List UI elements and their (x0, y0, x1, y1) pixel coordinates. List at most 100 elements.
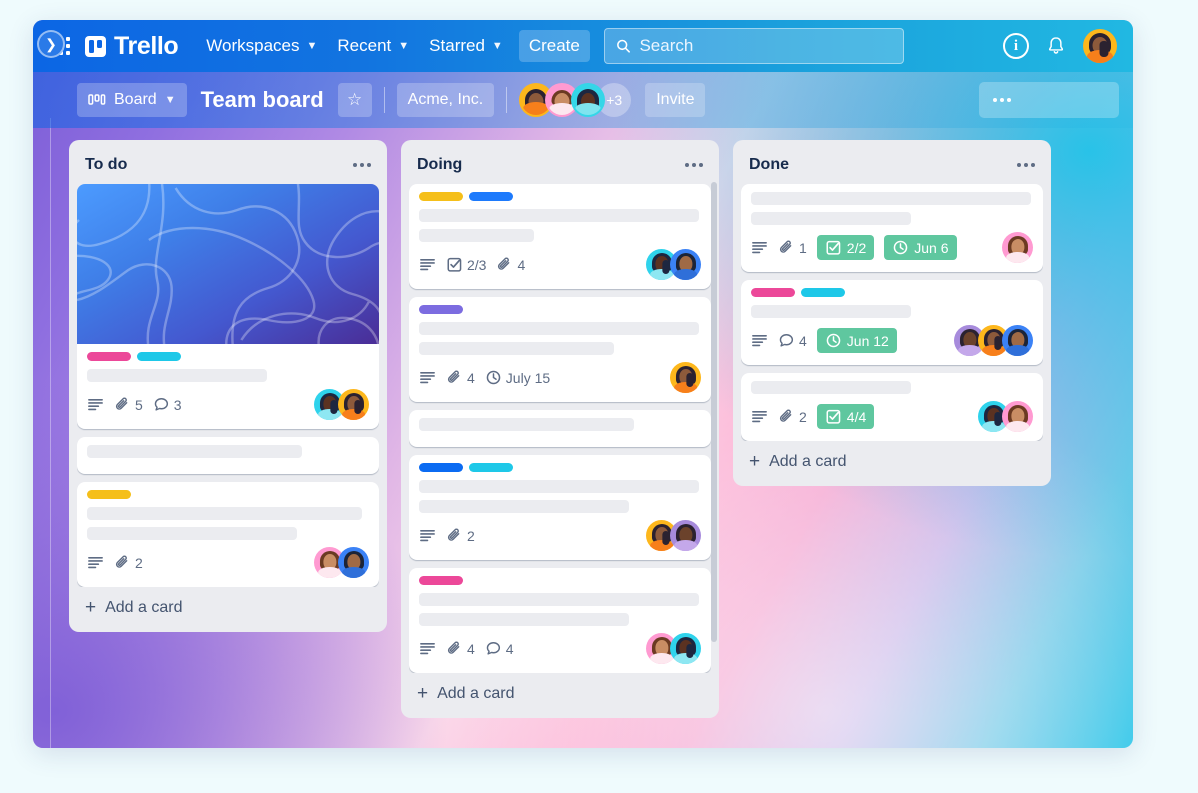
list-title: Doing (417, 156, 463, 173)
badge-value: 2 (799, 408, 807, 425)
nav-recent[interactable]: Recent ▼ (327, 30, 419, 62)
card-badge-comment: 3 (153, 396, 182, 413)
card-label[interactable] (801, 288, 845, 297)
board-card[interactable]: 2 (77, 482, 379, 587)
board-view-switcher[interactable]: Board ▼ (77, 83, 187, 117)
card-label[interactable] (419, 576, 463, 585)
card-badges: 1 2/2 Jun 6 (751, 232, 1033, 263)
card-title-placeholder (419, 322, 699, 335)
card-badges: 4 Jun 12 (751, 325, 1033, 356)
search-box[interactable] (603, 28, 904, 64)
clock-icon (893, 240, 908, 255)
member-avatar[interactable] (670, 249, 701, 280)
member-avatar[interactable] (1002, 232, 1033, 263)
card-label[interactable] (419, 192, 463, 201)
member-avatar[interactable] (338, 389, 369, 420)
search-input[interactable] (639, 36, 892, 56)
badge-value: 4 (467, 369, 475, 386)
board-menu-button[interactable] (979, 82, 1119, 118)
description-icon (420, 529, 435, 542)
description-icon (752, 334, 767, 347)
card-badge-clock: Jun 6 (884, 235, 957, 260)
create-button[interactable]: Create (518, 30, 590, 62)
board-card[interactable]: 4 Jun 12 (741, 280, 1043, 365)
card-label[interactable] (419, 305, 463, 314)
workspace-button[interactable]: Acme, Inc. (396, 83, 495, 117)
board-card[interactable] (409, 410, 711, 447)
member-avatar[interactable] (1002, 401, 1033, 432)
card-label[interactable] (87, 490, 131, 499)
add-a-card-button[interactable]: + Add a card (741, 441, 1043, 480)
member-avatar[interactable] (1002, 325, 1033, 356)
member-avatar[interactable] (571, 83, 606, 117)
card-label[interactable] (87, 352, 131, 361)
star-icon[interactable]: ☆ (337, 83, 372, 117)
list-scrollbar[interactable] (711, 182, 717, 642)
board-header: Board ▼ Team board ☆ Acme, Inc. +3 Invit… (33, 72, 1133, 128)
invite-button[interactable]: Invite (645, 83, 706, 117)
search-icon (616, 39, 630, 53)
card-badge-description (87, 396, 104, 413)
list-title: To do (85, 156, 128, 173)
card-label[interactable] (751, 288, 795, 297)
card-badge-clock: July 15 (485, 369, 550, 386)
card-label[interactable] (137, 352, 181, 361)
notification-bell-icon[interactable] (1045, 34, 1067, 58)
card-badge-description (419, 256, 436, 273)
info-icon[interactable]: i (1003, 33, 1029, 59)
board-card[interactable]: 2 4/4 (741, 373, 1043, 441)
card-title-placeholder (419, 500, 629, 513)
board-card[interactable]: 53 (77, 184, 379, 429)
card-label[interactable] (469, 192, 513, 201)
card-badge-description (87, 554, 104, 571)
add-a-card-button[interactable]: + Add a card (409, 673, 711, 712)
card-container: 1 2/2 Jun 6 4 Jun 12 2 4/4 (741, 184, 1043, 441)
card-badge-attachment: 4 (446, 369, 475, 386)
board-card[interactable] (77, 437, 379, 474)
card-badges: 2 4/4 (751, 401, 1033, 432)
card-members (646, 633, 701, 664)
clock-icon (486, 370, 501, 385)
board-lists: To do 5 3 2 + Add a card Doing 2/3 4 4 July 15 2 4 4 +… (69, 140, 1133, 748)
board-card[interactable]: 2 (409, 455, 711, 560)
attachment-icon (447, 641, 460, 654)
card-body: 4 July 15 (409, 297, 711, 402)
nav-workspaces[interactable]: Workspaces ▼ (196, 30, 327, 62)
card-members (314, 547, 369, 578)
create-button-label: Create (528, 36, 580, 55)
sidebar-expand-toggle[interactable]: ❯ (37, 30, 65, 58)
list-menu-icon[interactable] (1017, 163, 1035, 167)
card-title-placeholder (419, 209, 699, 222)
add-a-card-button[interactable]: + Add a card (77, 587, 379, 626)
chevron-down-icon: ▼ (306, 40, 318, 52)
member-avatar[interactable] (338, 547, 369, 578)
badge-value: Jun 12 (846, 332, 889, 349)
board-card[interactable]: 4 July 15 (409, 297, 711, 402)
list-menu-icon[interactable] (353, 163, 371, 167)
card-body: 2 (77, 482, 379, 587)
add-a-card-label: Add a card (437, 684, 515, 702)
card-labels (751, 288, 1033, 297)
description-icon (88, 398, 103, 411)
card-badges: 44 (419, 633, 701, 664)
card-badge-attachment: 2 (114, 554, 143, 571)
member-avatar[interactable] (670, 362, 701, 393)
board-members: +3 (519, 83, 632, 117)
chevron-down-icon: ▼ (398, 40, 410, 52)
card-labels (419, 576, 701, 585)
card-label[interactable] (469, 463, 513, 472)
nav-starred[interactable]: Starred ▼ (419, 30, 513, 62)
list-menu-icon[interactable] (685, 163, 703, 167)
badge-value: 4 (799, 332, 807, 349)
plus-icon: + (417, 683, 429, 704)
card-body: 44 (409, 568, 711, 673)
account-avatar[interactable] (1083, 29, 1117, 63)
card-labels (419, 192, 701, 201)
board-card[interactable]: 1 2/2 Jun 6 (741, 184, 1043, 272)
member-avatar[interactable] (670, 520, 701, 551)
board-card[interactable]: 2/3 4 (409, 184, 711, 289)
member-avatar[interactable] (670, 633, 701, 664)
board-card[interactable]: 44 (409, 568, 711, 673)
trello-logo[interactable]: Trello (85, 32, 179, 61)
card-label[interactable] (419, 463, 463, 472)
